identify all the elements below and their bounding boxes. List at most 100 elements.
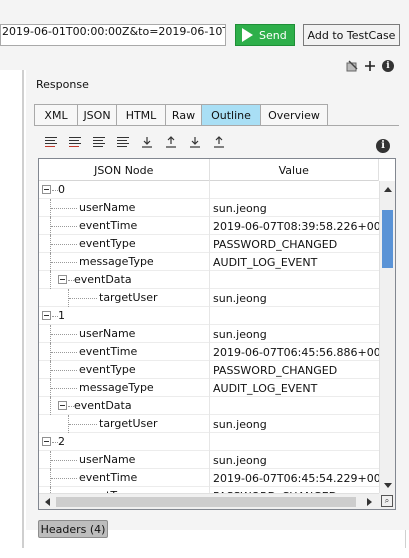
tree-header: JSON Node Value	[39, 159, 379, 181]
collapse-toggle-icon[interactable]	[42, 185, 51, 194]
add-to-testcase-button[interactable]: Add to TestCase	[303, 24, 400, 46]
tree-connector	[51, 208, 77, 209]
tab-outline[interactable]: Outline	[201, 104, 261, 126]
tab-html[interactable]: HTML	[116, 104, 166, 126]
tree-node-label: eventTime	[79, 345, 138, 358]
info-icon[interactable]: i	[376, 138, 390, 153]
tree-value-cell: AUDIT_LOG_EVENT	[213, 381, 318, 395]
move-up-icon[interactable]	[164, 136, 178, 148]
tab-overview[interactable]: Overview	[260, 104, 328, 126]
tree-connector	[51, 334, 77, 335]
tree-value-cell: sun.jeong	[213, 417, 267, 431]
response-label: Response	[36, 78, 89, 91]
horizontal-scrollbar[interactable]	[39, 493, 379, 509]
tree-connector	[69, 298, 97, 299]
scroll-up-button[interactable]	[380, 181, 395, 197]
tab-json[interactable]: JSON	[77, 104, 117, 126]
tree-connector	[51, 460, 77, 461]
send-button[interactable]: Send	[235, 24, 295, 46]
tree-row[interactable]: eventTime 2019-06-07T08:39:58.226+0000	[39, 217, 380, 235]
tree-node-cell: 1	[39, 307, 210, 325]
info-icon[interactable]: i	[382, 60, 394, 72]
tree-node-label: 0	[58, 183, 65, 196]
vertical-scrollbar[interactable]	[379, 181, 395, 495]
tree-row[interactable]: eventType PASSWORD_CHANGED	[39, 235, 380, 253]
collapse-level-icon[interactable]	[92, 136, 106, 148]
zoom-icon: ⌕	[381, 495, 393, 507]
tree-connector	[69, 424, 97, 425]
plus-icon[interactable]	[364, 60, 376, 72]
column-header-json-node[interactable]: JSON Node	[39, 159, 210, 181]
tree-node-label: eventType	[79, 237, 136, 250]
horizontal-scroll-thumb[interactable]	[56, 497, 356, 507]
tab-divider	[34, 125, 399, 126]
tree-row[interactable]: userName sun.jeong	[39, 451, 380, 469]
chevron-left-icon	[44, 498, 50, 506]
tree-node-cell: targetUser	[39, 289, 210, 307]
tree-guide-line	[50, 271, 51, 289]
tree-connector	[51, 244, 77, 245]
tree-node-cell: messageType	[39, 379, 210, 397]
collapse-toggle-icon[interactable]	[58, 401, 67, 410]
expand-level-icon[interactable]	[116, 136, 130, 148]
url-input[interactable]: 2019-06-01T00:00:00Z&to=2019-06-10T00:	[0, 24, 226, 46]
headers-tab[interactable]: Headers (4)	[38, 520, 108, 538]
tree-node-cell: eventType	[39, 361, 210, 379]
json-outline-tree[interactable]: JSON Node Value 0 userName sun.jeong eventT…	[38, 158, 396, 510]
tree-connector	[51, 262, 77, 263]
tree-value-cell: 2019-06-07T06:45:56.886+0000	[213, 345, 380, 359]
move-down-icon[interactable]	[140, 136, 154, 148]
tree-node-cell: eventTime	[39, 217, 210, 235]
clear-icon[interactable]	[346, 60, 358, 72]
tree-row[interactable]: eventType PASSWORD_CHANGED	[39, 361, 380, 379]
collapse-toggle-icon[interactable]	[58, 275, 67, 284]
tree-row[interactable]: messageType AUDIT_LOG_EVENT	[39, 253, 380, 271]
tab-raw[interactable]: Raw	[165, 104, 202, 126]
tree-row[interactable]: messageType AUDIT_LOG_EVENT	[39, 379, 380, 397]
send-button-label: Send	[259, 28, 287, 42]
scroll-left-button[interactable]	[39, 494, 55, 509]
tree-row[interactable]: 2	[39, 433, 380, 451]
move-bottom-icon[interactable]	[212, 136, 226, 148]
tree-node-label: eventTime	[79, 219, 138, 232]
collapse-toggle-icon[interactable]	[42, 437, 51, 446]
collapse-toggle-icon[interactable]	[42, 311, 51, 320]
tree-node-cell: eventTime	[39, 469, 210, 487]
expand-all-icon[interactable]	[68, 136, 82, 148]
panel-toolbar: i	[346, 60, 394, 72]
scroll-down-button[interactable]	[380, 477, 395, 493]
tree-row[interactable]: 1	[39, 307, 380, 325]
tree-row[interactable]: targetUser sun.jeong	[39, 415, 380, 433]
tree-row[interactable]: eventTime 2019-06-07T06:45:56.886+0000	[39, 343, 380, 361]
column-header-value[interactable]: Value	[210, 159, 379, 181]
chevron-up-icon	[383, 186, 392, 192]
tree-node-label: 1	[58, 309, 65, 322]
tree-row[interactable]: eventTime 2019-06-07T06:45:54.229+0000	[39, 469, 380, 487]
tree-node-cell: eventData	[39, 271, 210, 289]
tree-node-cell: 0	[39, 181, 210, 199]
tree-node-label: eventTime	[79, 471, 138, 484]
tree-row[interactable]: eventData	[39, 271, 380, 289]
scroll-right-button[interactable]	[361, 494, 377, 509]
tab-xml[interactable]: XML	[34, 104, 78, 126]
tree-node-cell: eventTime	[39, 343, 210, 361]
collapse-all-icon[interactable]	[44, 136, 58, 148]
tree-row[interactable]: 0	[39, 181, 380, 199]
play-icon	[242, 28, 253, 42]
zoom-corner[interactable]: ⌕	[379, 493, 395, 509]
tree-row[interactable]: userName sun.jeong	[39, 325, 380, 343]
tree-value-cell: 2019-06-07T06:45:54.229+0000	[213, 471, 380, 485]
tree-node-label: eventData	[74, 399, 132, 412]
tree-row[interactable]: targetUser sun.jeong	[39, 289, 380, 307]
tree-node-label: userName	[79, 327, 136, 340]
vertical-scroll-thumb[interactable]	[382, 210, 393, 268]
tree-node-label: 2	[58, 435, 65, 448]
tree-row[interactable]: userName sun.jeong	[39, 199, 380, 217]
tree-row[interactable]: eventData	[39, 397, 380, 415]
tree-node-cell: eventData	[39, 397, 210, 415]
tree-node-label: targetUser	[99, 291, 158, 304]
move-top-icon[interactable]	[188, 136, 202, 148]
tree-value-cell: PASSWORD_CHANGED	[213, 237, 338, 251]
splitter[interactable]	[22, 70, 24, 548]
tree-node-label: userName	[79, 201, 136, 214]
